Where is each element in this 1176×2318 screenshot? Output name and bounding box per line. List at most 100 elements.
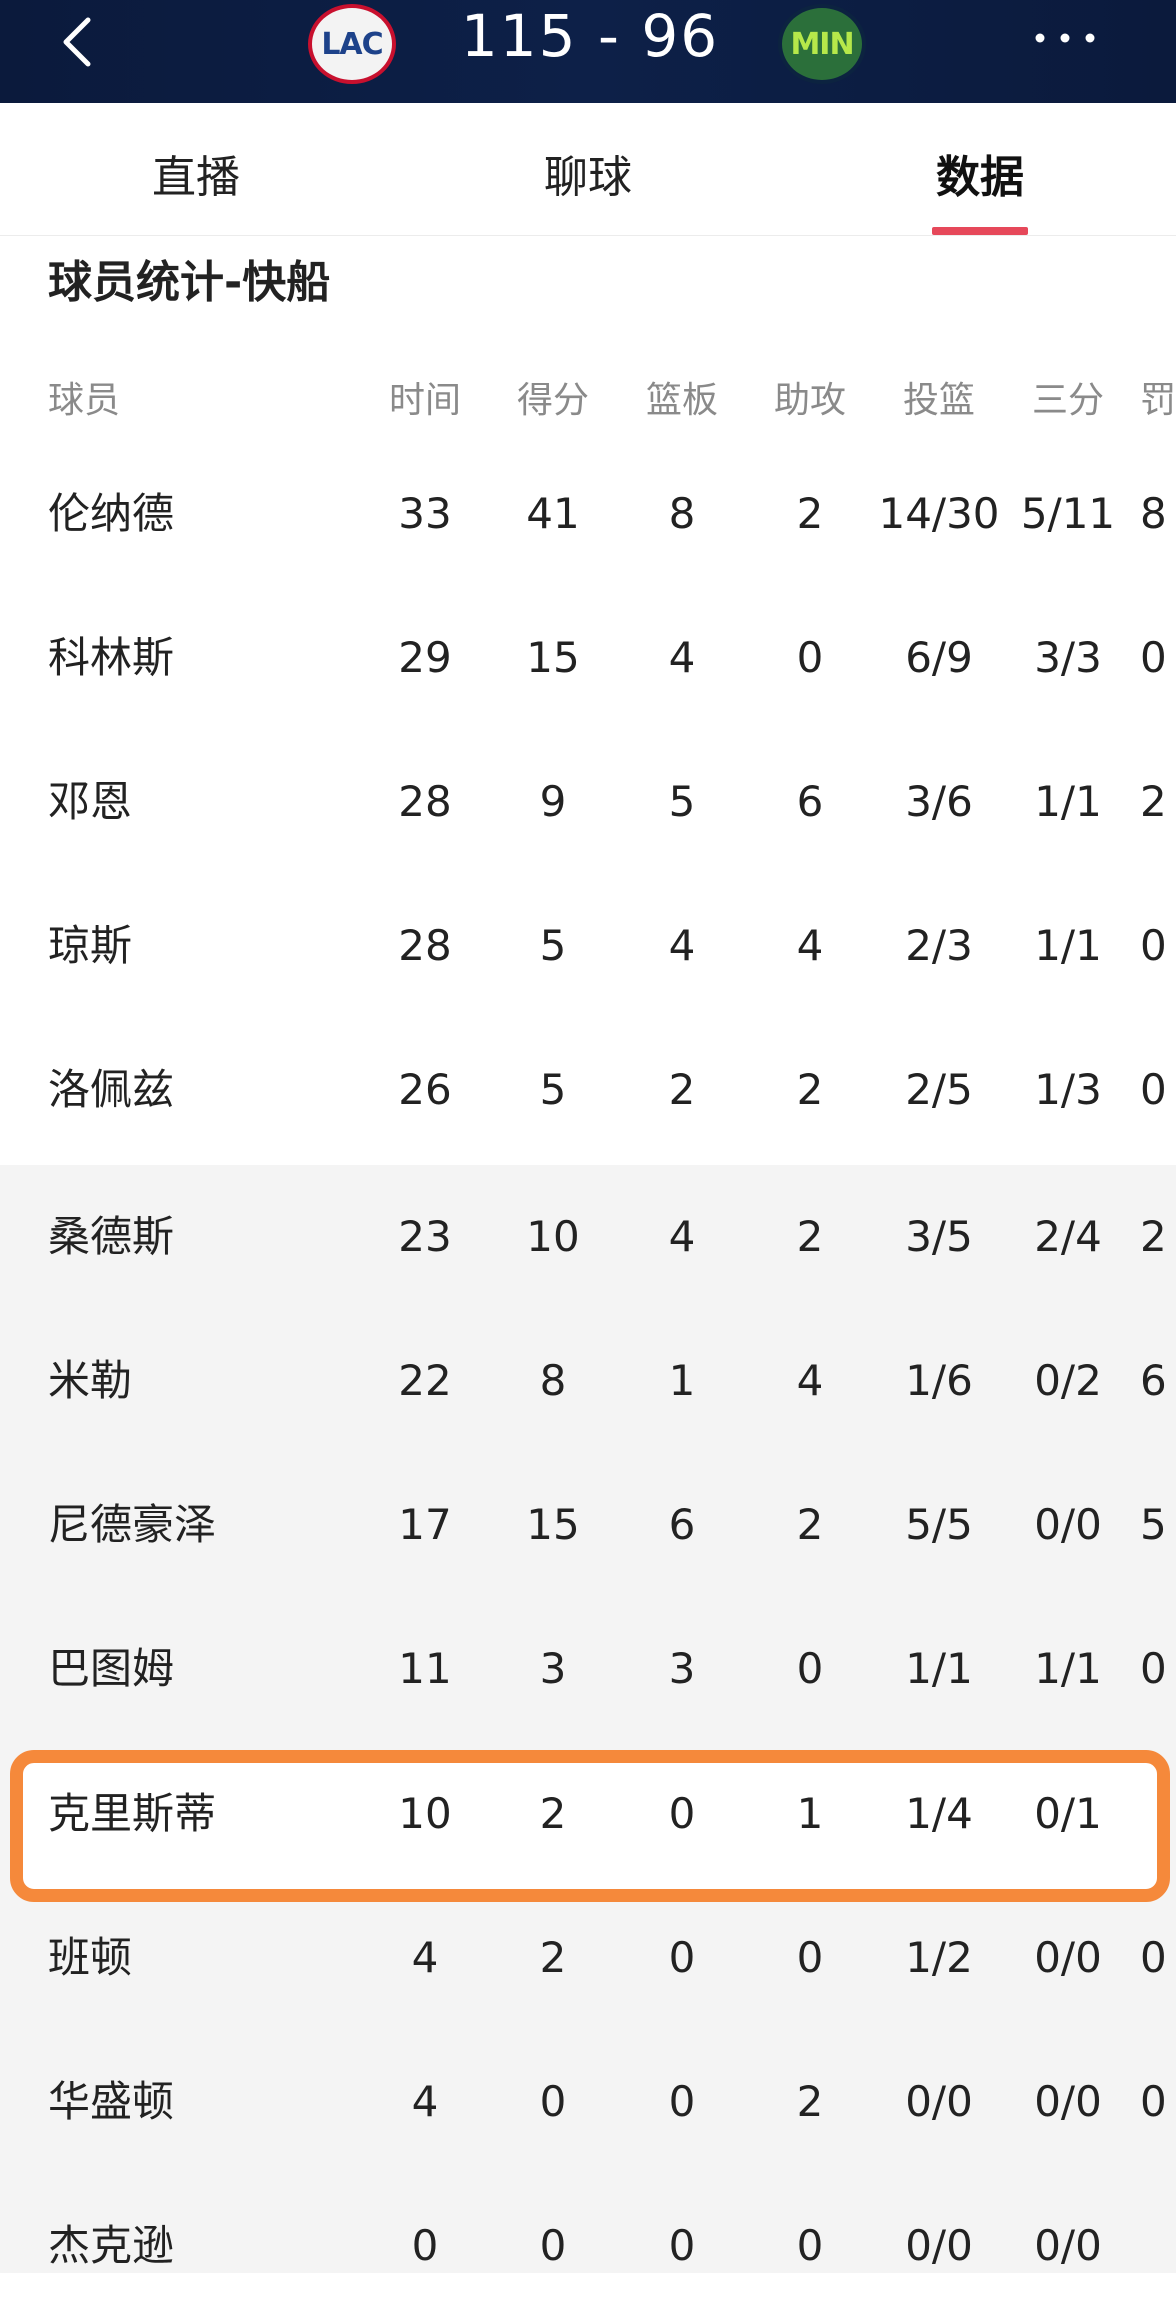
stat-points: 10 [526,1212,580,1261]
stat-rebounds: 4 [668,633,696,682]
stat-assists: 2 [796,1500,824,1549]
table-row[interactable]: 米勒 22 8 1 4 1/6 0/2 6 [0,1309,1176,1453]
stat-minutes: 33 [398,489,452,538]
more-options-icon[interactable] [1030,26,1100,50]
player-name: 桑德斯 [48,1212,175,1261]
stat-minutes: 4 [411,1933,439,1982]
player-name: 洛佩兹 [48,1065,175,1114]
stat-field-goals: 6/9 [905,633,973,682]
tab-live[interactable]: 直播 [96,141,296,205]
stat-minutes: 4 [411,2077,439,2126]
stat-points: 2 [539,1789,567,1838]
stat-minutes: 23 [398,1212,452,1261]
stat-free-throws: 8 [1140,489,1167,538]
stat-three-pointers: 0/0 [1034,1500,1102,1549]
stat-field-goals: 3/5 [905,1212,973,1261]
table-row[interactable]: 科林斯 29 15 4 0 6/9 3/3 0 [0,586,1176,730]
stat-assists: 2 [796,489,824,538]
stat-points: 5 [539,1065,567,1114]
stat-three-pointers: 0/2 [1034,1356,1102,1405]
stat-points: 2 [539,1933,567,1982]
stat-free-throws: 0 [1140,2077,1167,2126]
tab-stats[interactable]: 数据 [880,141,1080,205]
away-team-logo[interactable]: MIN [778,4,866,84]
table-row[interactable]: 伦纳德 33 41 8 2 14/30 5/11 8 [0,442,1176,586]
table-row[interactable]: 桑德斯 23 10 4 2 3/5 2/4 2 [0,1165,1176,1309]
stat-field-goals: 1/6 [905,1356,973,1405]
table-row[interactable]: 班顿 4 2 0 0 1/2 0/0 0 [0,1886,1176,2030]
stat-free-throws: 0 [1140,1644,1167,1693]
stat-points: 3 [539,1644,567,1693]
table-row[interactable]: 杰克逊 0 0 0 0 0/0 0/0 [0,2174,1176,2318]
back-arrow-icon[interactable] [52,12,112,72]
player-name: 伦纳德 [48,489,175,538]
table-row[interactable]: 尼德豪泽 17 15 6 2 5/5 0/0 5 [0,1453,1176,1597]
stat-minutes: 10 [398,1789,452,1838]
table-row[interactable]: 邓恩 28 9 5 6 3/6 1/1 2 [0,730,1176,874]
stat-three-pointers: 3/3 [1034,633,1102,682]
stat-minutes: 28 [398,777,452,826]
stat-rebounds: 1 [668,1356,696,1405]
tab-bar: 直播 聊球 数据 [0,103,1176,236]
table-row[interactable]: 巴图姆 11 3 3 0 1/1 1/1 0 [0,1597,1176,1741]
stat-points: 15 [526,1500,580,1549]
stat-three-pointers: 5/11 [1020,489,1116,538]
stat-assists: 4 [796,921,824,970]
stat-field-goals: 0/0 [905,2221,973,2270]
table-row[interactable]: 华盛顿 4 0 0 2 0/0 0/0 0 [0,2030,1176,2174]
stat-assists: 0 [796,2221,824,2270]
table-row[interactable]: 琼斯 28 5 4 4 2/3 1/1 0 [0,874,1176,1018]
stat-rebounds: 0 [668,1933,696,1982]
player-name: 杰克逊 [48,2221,175,2270]
stat-free-throws: 5 [1140,1500,1167,1549]
section-title: 球员统计-快船 [48,257,331,308]
stat-field-goals: 2/5 [905,1065,973,1114]
stat-field-goals: 0/0 [905,2077,973,2126]
home-team-logo[interactable]: LAC [308,4,396,84]
player-name: 米勒 [48,1356,133,1405]
stat-rebounds: 4 [668,921,696,970]
stat-assists: 0 [796,1933,824,1982]
stat-points: 5 [539,921,567,970]
player-name: 邓恩 [48,777,133,826]
stat-free-throws: 0 [1140,1933,1167,1982]
stat-assists: 4 [796,1356,824,1405]
stat-assists: 1 [796,1789,824,1838]
stat-rebounds: 0 [668,2221,696,2270]
stat-three-pointers: 0/1 [1034,1789,1102,1838]
stat-field-goals: 14/30 [878,489,1000,538]
stat-assists: 6 [796,777,824,826]
stat-minutes: 26 [398,1065,452,1114]
home-team-abbr: LAC [321,26,383,62]
stat-free-throws: 6 [1140,1356,1167,1405]
player-name: 科林斯 [48,633,175,682]
table-row[interactable]: 洛佩兹 26 5 2 2 2/5 1/3 0 [0,1018,1176,1162]
stat-field-goals: 2/3 [905,921,973,970]
stat-minutes: 0 [411,2221,439,2270]
stat-points: 0 [539,2077,567,2126]
stat-assists: 2 [796,1065,824,1114]
stat-field-goals: 3/6 [905,777,973,826]
stat-field-goals: 1/4 [905,1789,973,1838]
stat-rebounds: 2 [668,1065,696,1114]
player-name: 华盛顿 [48,2077,175,2126]
stat-three-pointers: 0/0 [1034,1933,1102,1982]
stat-points: 41 [526,489,580,538]
stat-field-goals: 1/2 [905,1933,973,1982]
stat-minutes: 11 [398,1644,452,1693]
tab-chat[interactable]: 聊球 [488,141,688,205]
stat-three-pointers: 0/0 [1034,2077,1102,2126]
stat-free-throws: 0 [1140,633,1167,682]
stat-points: 8 [539,1356,567,1405]
stat-field-goals: 1/1 [905,1644,973,1693]
stat-points: 9 [539,777,567,826]
table-row-highlighted[interactable]: 克里斯蒂 10 2 0 1 1/4 0/1 [0,1742,1176,1886]
stat-rebounds: 3 [668,1644,696,1693]
stat-field-goals: 5/5 [905,1500,973,1549]
player-name: 尼德豪泽 [48,1500,217,1549]
stat-three-pointers: 2/4 [1034,1212,1102,1261]
stat-rebounds: 6 [668,1500,696,1549]
player-name: 班顿 [48,1933,133,1982]
player-name: 琼斯 [48,921,133,970]
stat-minutes: 22 [398,1356,452,1405]
